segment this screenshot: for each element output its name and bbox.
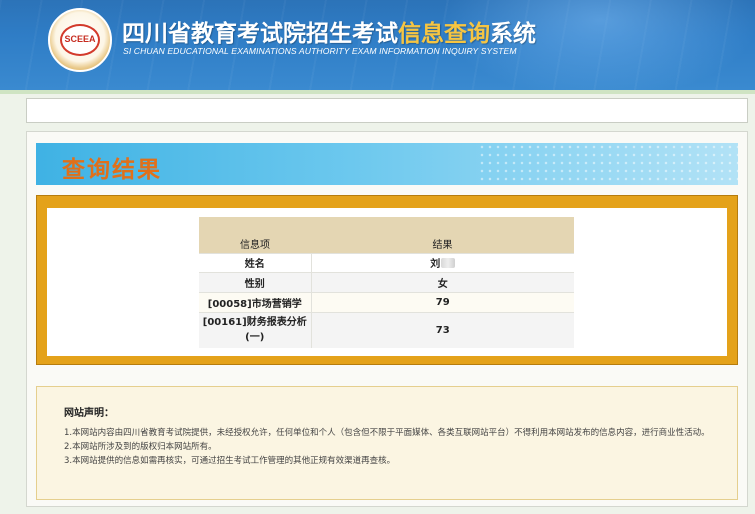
- redacted-mask: [441, 258, 456, 268]
- notice-line: 3.本网站提供的信息如需再核实，可通过招生考试工作管理的其他正规有效渠道再查核。: [64, 456, 396, 466]
- site-title-suffix: 系统: [490, 21, 536, 47]
- row-value-gender: 女: [311, 271, 574, 292]
- row-value-name: 刘: [311, 252, 574, 272]
- site-title: 四川省教育考试院招生考试信息查询系统: [122, 14, 536, 48]
- result-heading: 查询结果: [62, 157, 162, 183]
- table-row: 性别 女: [199, 271, 574, 292]
- column-header-result: 结果: [311, 217, 574, 253]
- table-row: [00161]财务报表分析(一) 73: [199, 311, 574, 348]
- notice-title: 网站声明：: [64, 408, 114, 419]
- row-value-marketing: 79: [311, 291, 574, 312]
- row-item-gender: 性别: [199, 271, 312, 292]
- site-title-highlight: 信息查询: [398, 21, 490, 47]
- table-row: [00058]市场营销学 79: [199, 291, 574, 312]
- header-divider: [0, 90, 755, 94]
- table-row: 姓名 刘: [199, 252, 574, 272]
- notice-line: 1.本网站内容由四川省教育考试院提供，未经授权允许，任何单位和个人（包含但不限于…: [64, 428, 710, 438]
- logo-emblem: SCEEA: [60, 24, 100, 56]
- notice-line: 2.本网站所涉及到的版权归本网站所有。: [64, 442, 217, 452]
- row-item-financial: [00161]财务报表分析(一): [199, 311, 312, 348]
- row-item-marketing: [00058]市场营销学: [199, 291, 312, 312]
- banner-dot-pattern: [478, 143, 738, 185]
- top-info-bar: [26, 98, 748, 123]
- site-title-prefix: 四川省教育考试院招生考试: [122, 21, 398, 47]
- row-item-name: 姓名: [199, 252, 312, 272]
- logo-text: SCEEA: [64, 34, 96, 44]
- name-value: 刘: [430, 259, 441, 270]
- notice-text: 1.本网站内容由四川省教育考试院提供，未经授权允许，任何单位和个人（包含但不限于…: [64, 426, 714, 468]
- sceea-logo-icon: SCEEA: [48, 8, 112, 72]
- row-value-financial: 73: [311, 311, 574, 348]
- column-header-item: 信息项: [199, 217, 311, 253]
- table-header-row: 信息项 结果: [199, 217, 574, 253]
- result-table: 信息项 结果 姓名 刘 性别 女 [00058]市场营销学 79 [00161]…: [199, 217, 574, 348]
- site-subtitle: SI CHUAN EDUCATIONAL EXAMINATIONS AUTHOR…: [123, 46, 517, 56]
